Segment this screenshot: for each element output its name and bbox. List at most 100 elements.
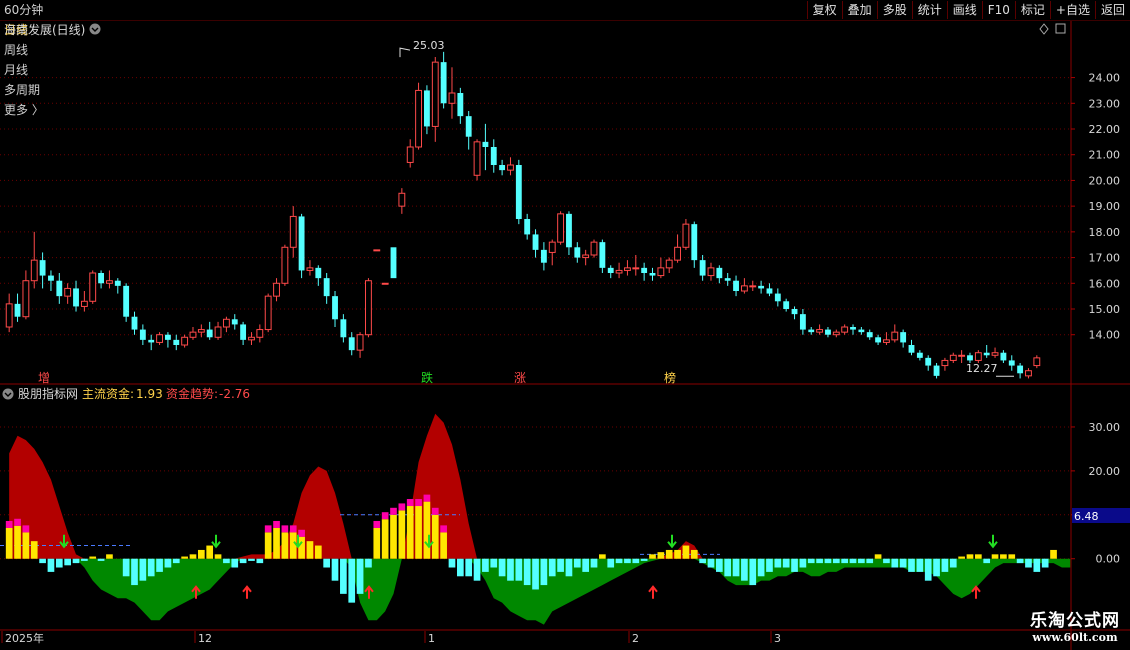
- fund-bar: [883, 558, 890, 564]
- candle-body: [1017, 365, 1024, 374]
- candle-body: [306, 267, 314, 271]
- candle-body: [590, 241, 598, 256]
- fund-bar: [615, 558, 623, 564]
- fund-bar: [340, 558, 347, 594]
- signal-marker-0: 增: [38, 371, 50, 385]
- fund-bar: [816, 558, 823, 564]
- fund-bar: [97, 558, 105, 561]
- trend-label: 资金趋势:: [166, 386, 218, 401]
- fund-bar: [782, 558, 790, 568]
- fund-bar: [239, 558, 247, 564]
- fund-bar: [423, 501, 431, 559]
- candle-body: [214, 326, 222, 338]
- candle-body: [473, 141, 481, 176]
- time-tick-label: 2025年: [5, 631, 44, 645]
- candle-body: [674, 246, 681, 261]
- fund-bar: [640, 558, 648, 561]
- fund-bar: [724, 558, 732, 577]
- candle-body: [281, 246, 289, 284]
- expand-icon[interactable]: [1055, 23, 1066, 34]
- toolbar-button-2[interactable]: 多股: [876, 1, 912, 19]
- candle-body: [566, 213, 572, 248]
- candle-body: [340, 319, 347, 338]
- candle-body: [440, 62, 447, 104]
- fund-bar: [749, 558, 757, 586]
- fund-bar: [548, 558, 556, 577]
- price-tick-label: 17.00: [1089, 252, 1121, 265]
- fund-bar: [264, 532, 272, 559]
- trend-value: -2.76: [219, 387, 250, 401]
- toolbar-button-3[interactable]: 统计: [911, 1, 947, 19]
- candle-body: [56, 280, 63, 297]
- candle-body: [799, 314, 806, 330]
- candle-body: [682, 223, 690, 248]
- fund-bar: [164, 558, 172, 568]
- price-tick-label: 14.00: [1089, 329, 1121, 342]
- fund-bar: [223, 558, 230, 564]
- fund-bar: [490, 558, 498, 568]
- current-value-text: 6.48: [1074, 510, 1099, 523]
- candle-body: [540, 249, 547, 263]
- fund-bar: [908, 558, 915, 572]
- fund-bar: [774, 558, 782, 568]
- candle-body: [850, 327, 856, 330]
- fund-bar: [482, 558, 489, 572]
- candle-body: [106, 280, 113, 284]
- toolbar-button-5[interactable]: F10: [981, 1, 1015, 19]
- fund-bar: [674, 549, 681, 559]
- candle-body: [273, 282, 280, 297]
- indicator-dropdown-icon[interactable]: [2, 388, 14, 400]
- fund-bar: [314, 545, 322, 559]
- fund-bar: [807, 558, 815, 564]
- fund-bar: [1025, 558, 1032, 568]
- time-tick-label: 3: [774, 632, 781, 645]
- low-price-label: 12.27: [966, 362, 998, 375]
- time-tick-label: 1: [428, 632, 435, 645]
- price-tick-label: 20.00: [1089, 174, 1121, 187]
- fund-bar: [958, 556, 965, 559]
- period-tab-5[interactable]: 60分钟: [0, 0, 48, 20]
- candle-body: [423, 90, 430, 127]
- fund-bar: [649, 554, 656, 559]
- fund-bar: [624, 558, 631, 564]
- candle-body: [983, 352, 990, 356]
- price-tick-label: 21.00: [1089, 149, 1121, 162]
- candle-body: [858, 329, 865, 333]
- fund-bar: [281, 532, 289, 559]
- toolbar-button-8[interactable]: 返回: [1094, 1, 1130, 19]
- candle-body: [875, 337, 882, 343]
- fund-bar: [866, 558, 874, 564]
- fund-bar: [1008, 554, 1016, 559]
- toolbar-button-7[interactable]: +自选: [1049, 1, 1095, 19]
- candle-body: [222, 318, 230, 328]
- candle-body: [448, 92, 456, 104]
- toolbar-button-6[interactable]: 标记: [1014, 1, 1050, 19]
- kline-chart[interactable]: 24.0023.0022.0021.0020.0019.0018.0017.00…: [0, 21, 1130, 650]
- fund-bar: [1000, 554, 1007, 559]
- candle-body: [39, 260, 46, 276]
- toolbar-button-0[interactable]: 复权: [806, 1, 842, 19]
- candle-body: [240, 324, 247, 340]
- toolbar-button-1[interactable]: 叠加: [841, 1, 877, 19]
- fund-bar: [64, 558, 72, 566]
- fund-bar: [189, 554, 197, 559]
- candle-body: [64, 287, 72, 297]
- diamond-icon[interactable]: [1039, 23, 1049, 35]
- candle-body: [740, 285, 748, 292]
- fund-bar: [390, 514, 397, 559]
- fund-bar-cap: [289, 525, 297, 533]
- fund-bar: [849, 558, 857, 564]
- candle-body: [22, 280, 30, 318]
- candle-body: [332, 296, 338, 320]
- price-tick-label: 18.00: [1089, 226, 1121, 239]
- fund-bar: [5, 527, 13, 559]
- candle-body: [89, 272, 97, 302]
- candle-body: [891, 331, 899, 341]
- candle-body: [974, 352, 982, 361]
- fund-bar: [415, 506, 422, 559]
- indicator-tick-label: 0.00: [1096, 553, 1121, 566]
- toolbar-button-4[interactable]: 画线: [946, 1, 982, 19]
- title-dropdown-icon[interactable]: [89, 23, 101, 35]
- fund-bar: [891, 558, 899, 568]
- fund-bar: [715, 558, 723, 572]
